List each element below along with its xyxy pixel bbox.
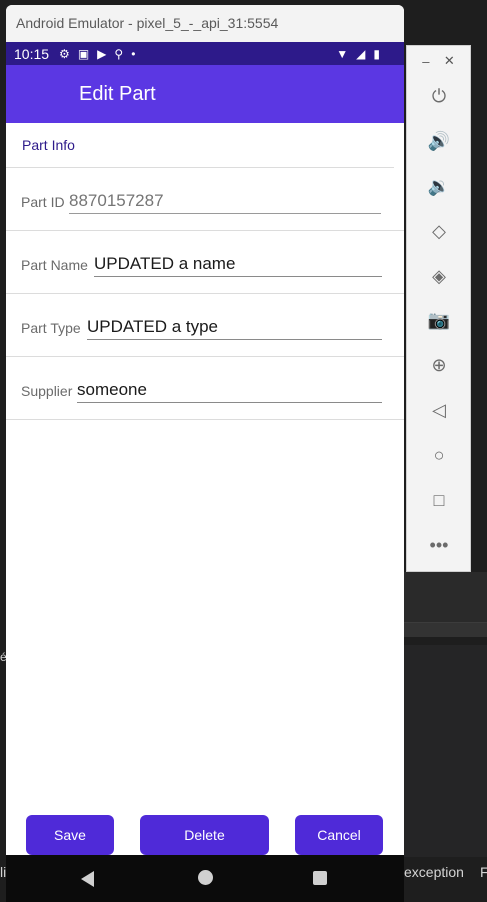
status-time: 10:15 xyxy=(14,45,50,62)
part-id-label: Part ID xyxy=(21,194,65,210)
wifi-icon: ▼ xyxy=(336,46,349,61)
battery-icon: ▮ xyxy=(373,46,380,61)
nav-home-icon[interactable] xyxy=(198,870,213,885)
ide-tab-strip xyxy=(404,623,487,637)
save-button[interactable]: Save xyxy=(26,815,114,855)
nav-recents-icon[interactable] xyxy=(313,871,327,885)
minimize-icon[interactable]: – xyxy=(422,54,429,69)
part-id-row: Part ID xyxy=(6,168,404,231)
ide-exception-text: exception xyxy=(404,864,464,880)
emulator-title: Android Emulator - pixel_5_-_api_31:5554 xyxy=(6,5,404,42)
supplier-label: Supplier xyxy=(21,383,73,399)
system-nav-bar xyxy=(6,855,404,902)
part-type-row: Part Type xyxy=(6,294,404,357)
vpn-icon: ⚲ xyxy=(114,46,124,61)
back-icon[interactable]: ◁ xyxy=(427,398,451,422)
section-title: Part Info xyxy=(6,123,394,168)
page-title: Edit Part xyxy=(79,82,156,105)
part-name-row: Part Name xyxy=(6,231,404,294)
ide-panel xyxy=(404,572,487,622)
settings-icon: ⚙ xyxy=(59,46,70,61)
nav-back-icon[interactable] xyxy=(81,871,94,887)
part-name-input[interactable] xyxy=(94,251,382,277)
emulator-window: Android Emulator - pixel_5_-_api_31:5554… xyxy=(6,5,404,902)
delete-button[interactable]: Delete xyxy=(140,815,269,855)
part-type-label: Part Type xyxy=(21,320,81,336)
power-icon[interactable]: ⏻ xyxy=(427,84,451,108)
home-icon[interactable]: ○ xyxy=(427,443,451,467)
phone-screen: 10:15 ⚙ ▣ ▶ ⚲ • ▼ ◢ ▮ Edit Part Part Inf… xyxy=(6,42,404,902)
ide-panel-top xyxy=(404,0,487,45)
side-toolbar-header: – ✕ xyxy=(407,46,470,76)
supplier-input[interactable] xyxy=(77,377,382,403)
overview-icon[interactable]: □ xyxy=(427,488,451,512)
more-icon[interactable]: ••• xyxy=(427,533,451,557)
part-id-input[interactable] xyxy=(69,188,381,214)
emulator-side-toolbar: – ✕ ⏻ 🔊 🔉 ◇ ◈ 📷 ⊕ ◁ ○ □ ••• xyxy=(406,45,471,572)
app-notification-icon: ▣ xyxy=(77,46,90,61)
rotate-right-icon[interactable]: ◈ xyxy=(427,264,451,288)
volume-down-icon[interactable]: 🔉 xyxy=(427,174,451,198)
status-bar: 10:15 ⚙ ▣ ▶ ⚲ • ▼ ◢ ▮ xyxy=(6,42,404,65)
ide-right-text: F xyxy=(480,864,487,880)
close-icon[interactable]: ✕ xyxy=(444,53,455,69)
supplier-row: Supplier xyxy=(6,357,404,420)
part-name-label: Part Name xyxy=(21,257,88,273)
app-bar: Edit Part xyxy=(6,65,404,123)
signal-icon: ◢ xyxy=(356,46,366,61)
part-type-input[interactable] xyxy=(87,314,382,340)
ide-output-panel xyxy=(404,645,487,857)
zoom-icon[interactable]: ⊕ xyxy=(427,353,451,377)
volume-up-icon[interactable]: 🔊 xyxy=(427,129,451,153)
cancel-button[interactable]: Cancel xyxy=(295,815,383,855)
camera-icon[interactable]: 📷 xyxy=(427,308,451,332)
dot-icon: • xyxy=(131,46,136,61)
rotate-left-icon[interactable]: ◇ xyxy=(427,219,451,243)
play-protect-icon: ▶ xyxy=(97,46,107,61)
